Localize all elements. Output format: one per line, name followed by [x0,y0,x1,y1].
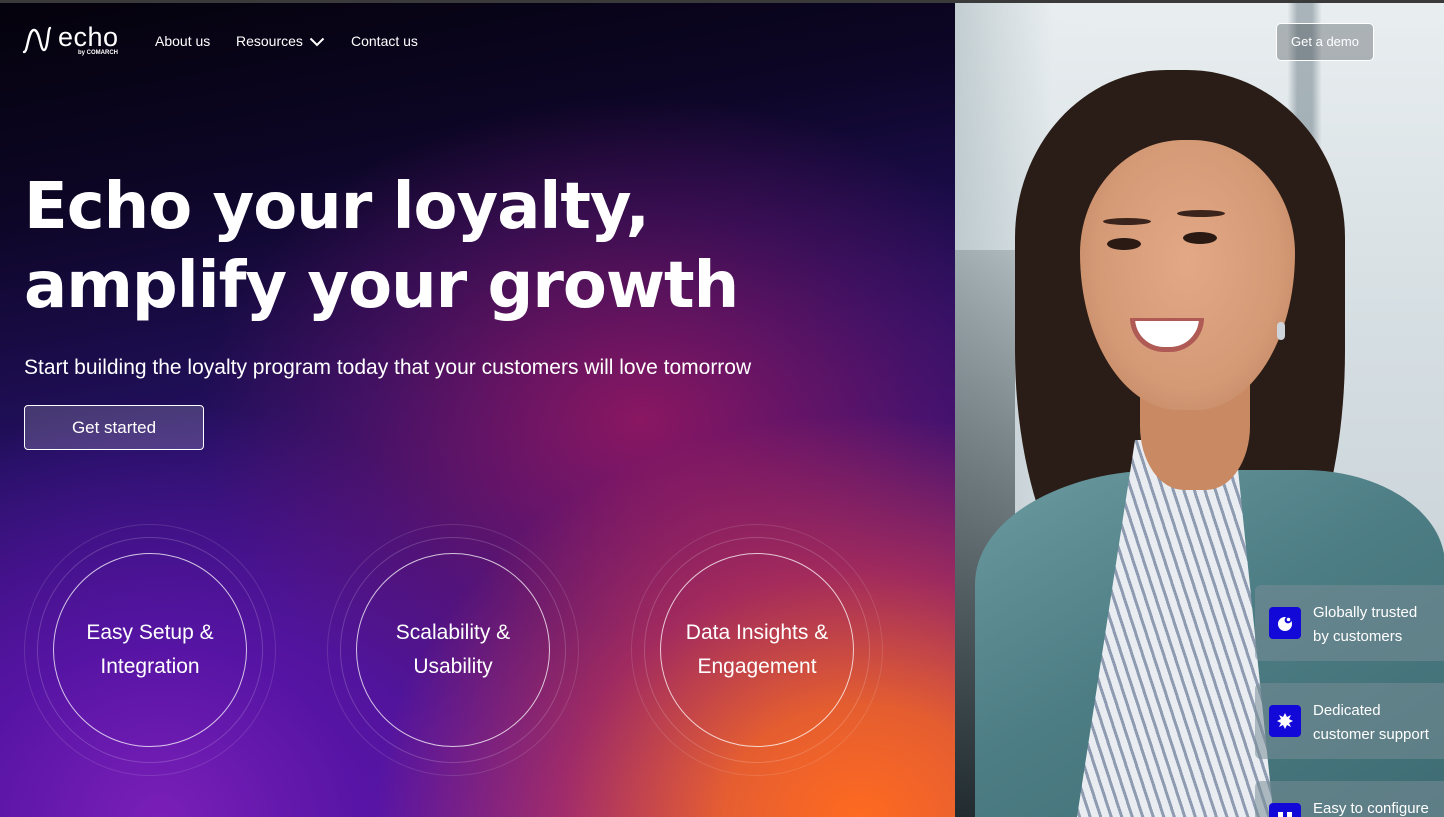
echo-logo[interactable]: echo by COMARCH [22,22,137,60]
globe-icon [1269,607,1301,639]
feature-label: Data Insights & Engagement [660,553,854,747]
echo-wave-icon [22,26,52,54]
nav-contact-us[interactable]: Contact us [351,33,418,49]
portrait-eye-right [1183,232,1217,244]
trust-card-globally-trusted: Globally trusted by customers [1255,585,1444,661]
card-label-line2: customer support [1313,726,1429,743]
logo-tagline: by COMARCH [78,50,118,56]
feature-label-line2: Integration [100,655,200,678]
feature-circle-scalability: Scalability & Usability [327,524,579,776]
card-label-line1: Dedicated [1313,702,1381,719]
hero-headline-line1: Echo your loyalty, [24,170,650,244]
card-label-line2: by customers [1313,628,1403,645]
logo-wordmark: echo [58,22,119,52]
hero-headline-line2: amplify your growth [24,249,739,323]
card-label: Easy to configure [1313,797,1444,817]
portrait-eye-left [1107,238,1141,250]
top-border [0,0,1444,3]
configure-icon [1269,803,1301,817]
card-label-line1: Globally trusted [1313,604,1418,621]
feature-circle-setup: Easy Setup & Integration [24,524,276,776]
card-label: Globally trusted by customers [1313,601,1444,649]
portrait-brow-right [1177,210,1225,217]
nav-resources-label: Resources [236,33,303,49]
portrait-brow-left [1103,218,1151,225]
chevron-down-icon [309,38,325,47]
hero-headline: Echo your loyalty, amplify your growth [24,168,924,326]
feature-label-line1: Easy Setup & [86,621,214,644]
trust-card-easy-configure: Easy to configure [1255,781,1444,817]
feature-label: Easy Setup & Integration [53,553,247,747]
feature-label-line2: Engagement [697,655,817,678]
feature-circle-insights: Data Insights & Engagement [631,524,883,776]
trust-card-dedicated-support: Dedicated customer support [1255,683,1444,759]
top-navigation: echo by COMARCH About us Resources Conta… [0,0,1444,82]
card-label: Dedicated customer support [1313,699,1444,747]
card-label-line1: Easy to configure [1313,800,1429,817]
nav-about-us[interactable]: About us [155,33,210,49]
nav-resources[interactable]: Resources [236,33,325,49]
support-icon [1269,705,1301,737]
feature-label: Scalability & Usability [356,553,550,747]
get-a-demo-button[interactable]: Get a demo [1276,23,1374,61]
feature-label-line1: Scalability & [395,621,511,644]
get-started-button[interactable]: Get started [24,405,204,450]
portrait-earring [1277,322,1285,340]
hero-subheadline: Start building the loyalty program today… [24,356,752,379]
feature-label-line1: Data Insights & [685,621,829,644]
feature-label-line2: Usability [413,655,493,678]
